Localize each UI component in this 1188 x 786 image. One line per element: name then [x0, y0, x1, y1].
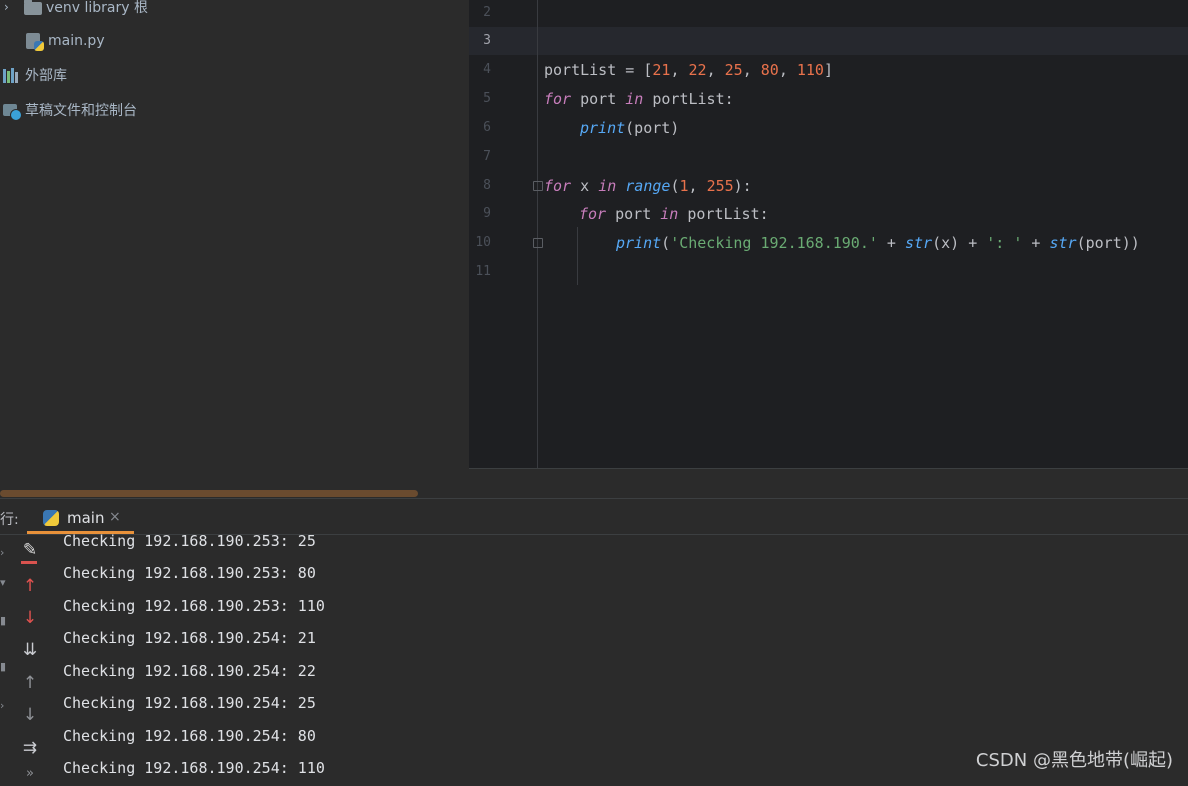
- tree-item-external-libraries[interactable]: 外部库: [3, 63, 67, 87]
- line-number: 9: [483, 206, 491, 221]
- line-number: 6: [483, 120, 491, 135]
- code-editor[interactable]: 2 3 4 5 6 7 8 9 10 11 portList = [21, 22…: [469, 0, 1188, 468]
- scratches-console-icon: [3, 102, 22, 121]
- console-output-line: Checking 192.168.190.253: 110: [63, 597, 325, 615]
- run-panel-header: 行: main ×: [0, 499, 1188, 535]
- line-number: 8: [483, 178, 491, 193]
- run-label: 行:: [0, 512, 19, 528]
- edge-icon[interactable]: ›: [0, 546, 8, 559]
- python-icon: [43, 510, 59, 526]
- current-line-highlight: [469, 27, 1188, 55]
- more-icon[interactable]: »: [18, 762, 42, 786]
- console-output-line: Checking 192.168.190.254: 110: [63, 759, 325, 777]
- run-panel: 行: main × › ▾ ▮ ▮ › ✎ ↑ ↓ ⇊ ↑ ↓ ⇉ » Chec…: [0, 498, 1188, 781]
- tree-item-label: venv library 根: [46, 0, 148, 16]
- line-number: 2: [483, 5, 491, 20]
- down-red-icon[interactable]: ↓: [18, 606, 42, 630]
- horizontal-scrollbar[interactable]: [0, 490, 418, 497]
- tree-item-label: 外部库: [25, 68, 67, 84]
- run-tab-main[interactable]: main ×: [27, 499, 134, 534]
- fold-end-icon[interactable]: [533, 238, 543, 248]
- fold-start-icon[interactable]: [533, 181, 543, 191]
- soft-wrap-icon[interactable]: ⇉: [18, 736, 42, 760]
- line-number-gutter: 2 3 4 5 6 7 8 9 10 11: [469, 0, 538, 468]
- editor-status-strip: [469, 468, 1188, 499]
- indent-guide: [577, 227, 578, 285]
- code-line-10: print('Checking 192.168.190.' + str(x) +…: [616, 234, 1140, 252]
- console-output-line: Checking 192.168.190.253: 80: [63, 564, 316, 582]
- watermark: CSDN @黑色地带(崛起): [975, 750, 1173, 771]
- console-output-line: Checking 192.168.190.254: 25: [63, 694, 316, 712]
- clear-icon[interactable]: ✎: [18, 538, 42, 562]
- line-number: 7: [483, 149, 491, 164]
- edge-icon[interactable]: ▾: [0, 576, 8, 589]
- edge-icon[interactable]: ▮: [0, 660, 8, 673]
- tree-item-label: main.py: [48, 33, 105, 49]
- code-line-9: for port in portList:: [579, 205, 769, 223]
- run-tab-label: main: [67, 509, 105, 527]
- code-line-8: for x in range(1, 255):: [544, 177, 752, 195]
- up-arrow-icon[interactable]: ↑: [18, 671, 42, 695]
- console-output-line: Checking 192.168.190.254: 80: [63, 727, 316, 745]
- tree-item-main-py[interactable]: main.py: [26, 29, 105, 53]
- console-output-line: Checking 192.168.190.254: 22: [63, 662, 316, 680]
- line-number: 10: [475, 235, 491, 250]
- code-line-5: for port in portList:: [544, 90, 734, 108]
- down-arrow-icon[interactable]: ↓: [18, 703, 42, 727]
- console-output-line: Checking 192.168.190.253: 25: [63, 532, 316, 550]
- close-icon[interactable]: ×: [109, 509, 121, 525]
- run-toolbar: › ▾ ▮ ▮ › ✎ ↑ ↓ ⇊ ↑ ↓ ⇉ »: [0, 534, 50, 781]
- edge-icon[interactable]: ›: [0, 699, 8, 712]
- line-number: 5: [483, 91, 491, 106]
- line-number-current: 3: [483, 33, 491, 48]
- code-line-6: print(port): [580, 119, 680, 137]
- clear-icon-underline: [21, 561, 37, 564]
- sort-icon[interactable]: ⇊: [18, 638, 42, 662]
- external-libraries-icon: [3, 67, 21, 83]
- up-red-icon[interactable]: ↑: [18, 574, 42, 598]
- project-tree: › venv library 根 main.py 外部库 草稿文件和控制台: [0, 0, 469, 488]
- folder-icon: [24, 0, 42, 15]
- tree-item-scratches[interactable]: 草稿文件和控制台: [3, 98, 137, 122]
- line-number: 11: [475, 264, 491, 279]
- edge-icon[interactable]: ▮: [0, 614, 8, 627]
- console-output-line: Checking 192.168.190.254: 21: [63, 629, 316, 647]
- line-number: 4: [483, 62, 491, 77]
- code-line-4: portList = [21, 22, 25, 80, 110]: [544, 61, 833, 79]
- chevron-right-icon[interactable]: ›: [4, 0, 18, 14]
- tree-item-label: 草稿文件和控制台: [25, 103, 137, 119]
- python-file-icon: [26, 33, 44, 51]
- tree-item-venv[interactable]: › venv library 根: [0, 0, 148, 19]
